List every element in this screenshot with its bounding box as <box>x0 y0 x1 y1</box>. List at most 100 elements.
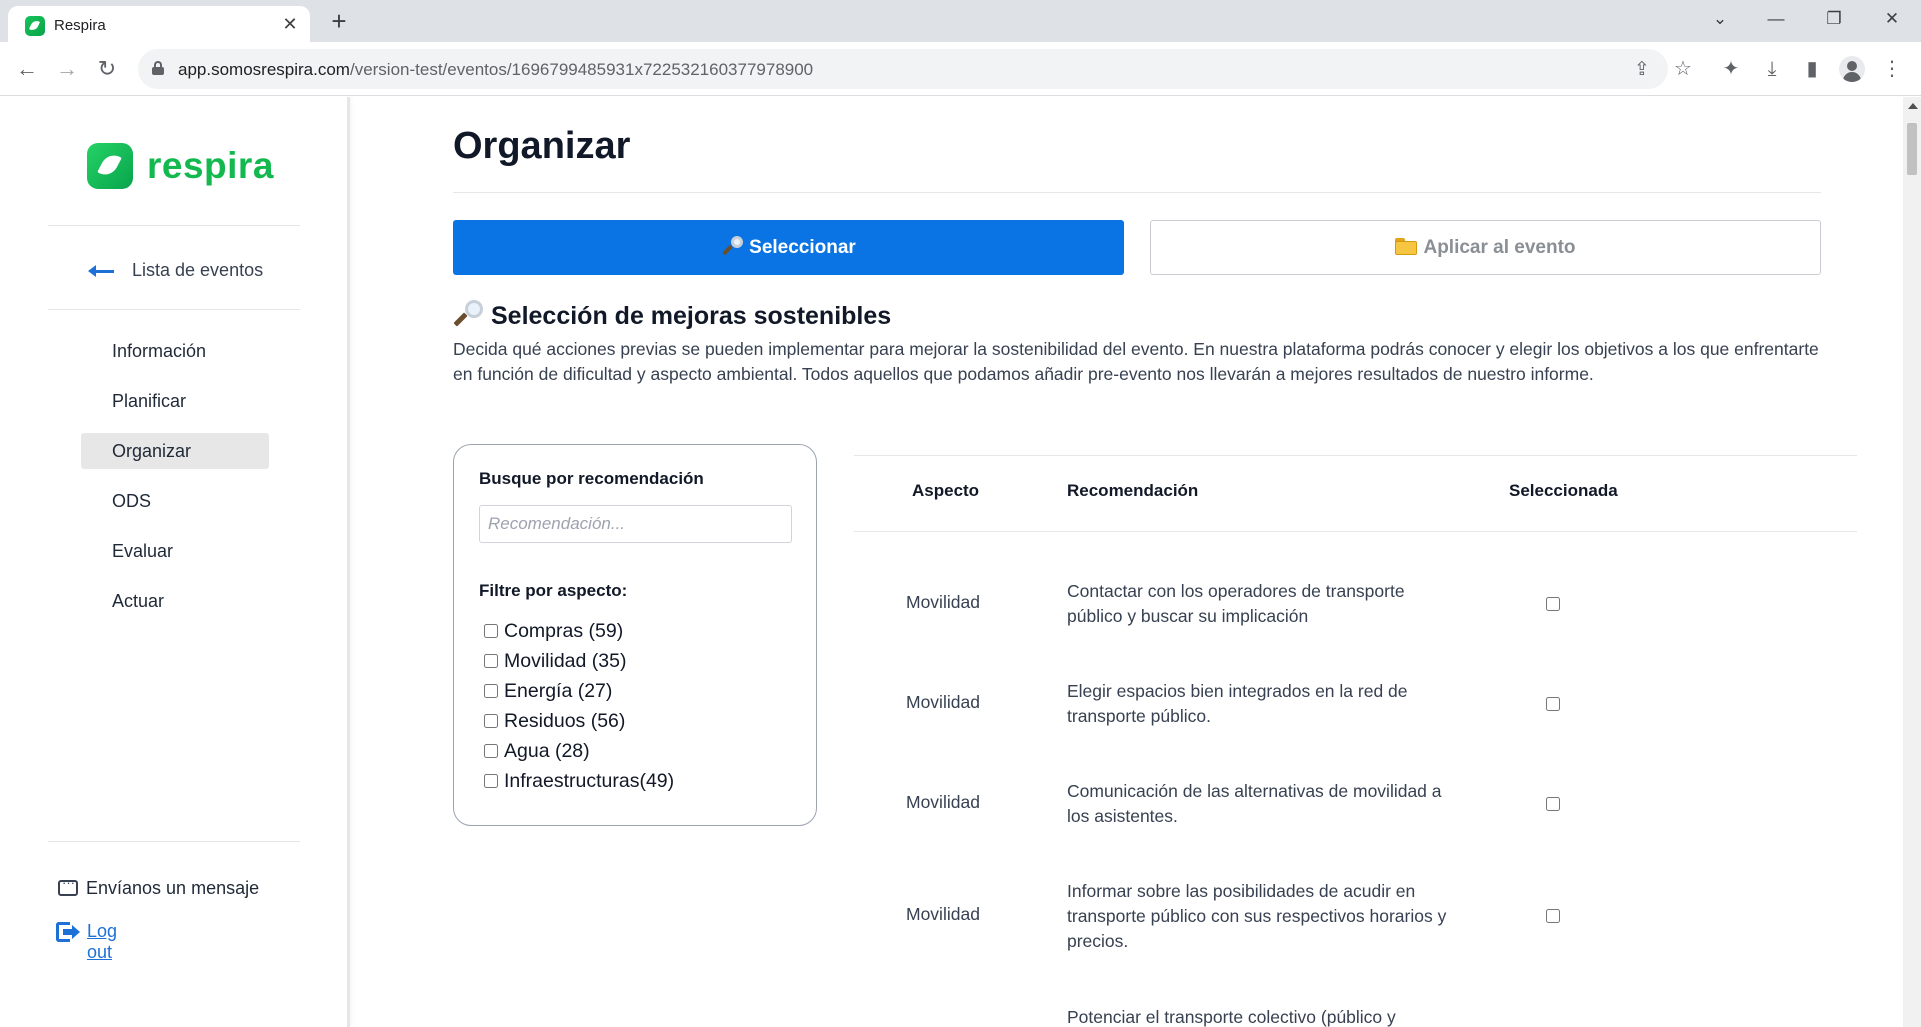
extensions-icon[interactable]: ✦ <box>1716 54 1746 84</box>
scroll-up-icon[interactable] <box>1908 103 1918 109</box>
section-heading: Selección de mejoras sostenibles <box>453 300 891 331</box>
sidebar-item-ods[interactable]: ODS <box>81 483 269 519</box>
filter-energia-checkbox[interactable] <box>484 684 498 698</box>
leaf-logo-icon <box>87 143 133 189</box>
filter-compras-checkbox[interactable] <box>484 624 498 638</box>
recommendation-search-input[interactable] <box>479 505 792 543</box>
filter-option-label: Movilidad (35) <box>504 650 627 672</box>
logout-icon <box>56 922 80 942</box>
menu-icon[interactable]: ⋮ <box>1877 54 1907 84</box>
sidebar-divider <box>48 841 300 842</box>
row-aspect: Movilidad <box>906 692 980 712</box>
minimize-icon[interactable]: — <box>1756 6 1796 32</box>
filter-option-label: Residuos (56) <box>504 710 626 732</box>
forward-icon[interactable]: → <box>52 54 82 84</box>
sidebar-item-actuar[interactable]: Actuar <box>81 583 269 619</box>
sidebar-item-evaluar[interactable]: Evaluar <box>81 533 269 569</box>
download-icon[interactable]: ⤓ <box>1757 54 1787 84</box>
sidebar-item-organizar[interactable]: Organizar <box>81 433 269 469</box>
back-to-events-label: Lista de eventos <box>132 260 264 280</box>
section-heading-text: Selección de mejoras sostenibles <box>491 302 892 330</box>
row-select-checkbox[interactable] <box>1546 597 1560 611</box>
row-aspect: Movilidad <box>906 592 980 612</box>
tab-seleccionar-button[interactable]: Seleccionar <box>453 220 1124 275</box>
folder-icon <box>1395 238 1418 255</box>
tab-aplicar-button[interactable]: Aplicar al evento <box>1150 220 1821 275</box>
row-recommendation: Comunicación de las alternativas de movi… <box>1067 781 1442 826</box>
magnifier-icon <box>453 300 483 328</box>
row-recommendation: Potenciar el transporte colectivo (públi… <box>1067 1007 1396 1027</box>
sidebar-item-planificar[interactable]: Planificar <box>81 383 269 419</box>
tab-title: Respira <box>54 17 106 34</box>
share-icon[interactable]: ⇪ <box>1630 58 1654 82</box>
filter-panel: Busque por recomendación Filtre por aspe… <box>453 444 817 826</box>
page-scrollbar[interactable] <box>1903 97 1921 1027</box>
filter-agua-checkbox[interactable] <box>484 744 498 758</box>
new-tab-icon[interactable]: + <box>325 8 353 36</box>
sidebar-item-informacion[interactable]: Información <box>81 333 269 369</box>
browser-tab[interactable]: Respira ✕ <box>8 6 310 42</box>
chat-bubble-icon <box>58 875 78 896</box>
column-header-aspecto: Aspecto <box>912 481 980 500</box>
lock-icon <box>152 61 164 75</box>
tab-search-icon[interactable]: ⌄ <box>1700 6 1740 32</box>
row-select-checkbox[interactable] <box>1546 797 1560 811</box>
aspect-filter-label: Filtre por aspecto: <box>479 581 628 600</box>
back-icon[interactable]: ← <box>12 54 42 84</box>
column-header-seleccionada: Seleccionada <box>1509 481 1618 500</box>
column-header-recomendacion: Recomendación <box>1067 481 1199 500</box>
tab-aplicar-label: Aplicar al evento <box>1423 237 1576 258</box>
row-aspect: Movilidad <box>906 904 980 924</box>
row-select-checkbox[interactable] <box>1546 909 1560 923</box>
logo-text: respira <box>147 145 274 186</box>
title-divider <box>453 192 1821 193</box>
restore-icon[interactable]: ❐ <box>1814 6 1854 32</box>
search-label: Busque por recomendación <box>479 469 704 488</box>
filter-residuos-checkbox[interactable] <box>484 714 498 728</box>
sidebar-item-label: Información <box>112 341 207 361</box>
row-recommendation: Elegir espacios bien integrados en la re… <box>1067 681 1408 726</box>
window-close-icon[interactable]: ✕ <box>1872 6 1912 32</box>
sidebar-item-label: Actuar <box>112 591 165 611</box>
page-title: Organizar <box>453 125 631 167</box>
sidebar: respira Lista de eventos Información Pla… <box>0 97 350 1027</box>
close-tab-icon[interactable]: ✕ <box>280 14 300 34</box>
scrollbar-thumb[interactable] <box>1907 123 1917 175</box>
url-field[interactable]: app.somosrespira.com/version-test/evento… <box>138 49 1668 89</box>
browser-tab-bar: Respira ✕ + ⌄ — ❐ ✕ <box>0 0 1921 42</box>
magnifier-icon <box>721 236 744 256</box>
sidebar-divider <box>48 309 300 310</box>
arrow-left-icon <box>88 264 114 278</box>
table-divider <box>854 455 1857 456</box>
section-description: Decida qué acciones previas se pueden im… <box>453 339 1819 384</box>
sidebar-item-label: Evaluar <box>112 541 174 561</box>
sidebar-divider <box>48 225 300 226</box>
sidebar-icon[interactable]: ▮ <box>1797 54 1827 84</box>
filter-option-label: Compras (59) <box>504 620 624 642</box>
sidebar-item-label: ODS <box>112 491 152 511</box>
table-divider <box>854 531 1857 532</box>
filter-movilidad-checkbox[interactable] <box>484 654 498 668</box>
tab-seleccionar-label: Seleccionar <box>749 237 856 258</box>
sidebar-item-label: Planificar <box>112 391 187 411</box>
row-recommendation: Contactar con los operadores de transpor… <box>1067 581 1405 626</box>
logout-label: Log out <box>87 921 118 962</box>
url-text: app.somosrespira.com/version-test/evento… <box>178 60 813 80</box>
profile-icon[interactable] <box>1839 56 1865 82</box>
filter-infraestructuras-checkbox[interactable] <box>484 774 498 788</box>
send-message-label: Envíanos un mensaje <box>86 878 260 898</box>
filter-option-label: Agua (28) <box>504 740 590 762</box>
row-recommendation: Informar sobre las posibilidades de acud… <box>1067 881 1447 951</box>
filter-option-label: Energía (27) <box>504 680 613 702</box>
url-host: app.somosrespira.com <box>178 60 350 79</box>
address-bar: ← → ↻ app.somosrespira.com/version-test/… <box>0 42 1921 96</box>
page-viewport: respira Lista de eventos Información Pla… <box>0 97 1903 1027</box>
star-icon[interactable]: ☆ <box>1668 54 1698 84</box>
row-aspect: Movilidad <box>906 792 980 812</box>
sidebar-item-label: Organizar <box>112 441 192 461</box>
reload-icon[interactable]: ↻ <box>92 54 122 84</box>
filter-option-label: Infraestructuras(49) <box>504 770 675 792</box>
row-select-checkbox[interactable] <box>1546 697 1560 711</box>
url-path: /version-test/eventos/1696799485931x7225… <box>349 60 814 79</box>
respira-favicon-icon <box>25 16 45 36</box>
